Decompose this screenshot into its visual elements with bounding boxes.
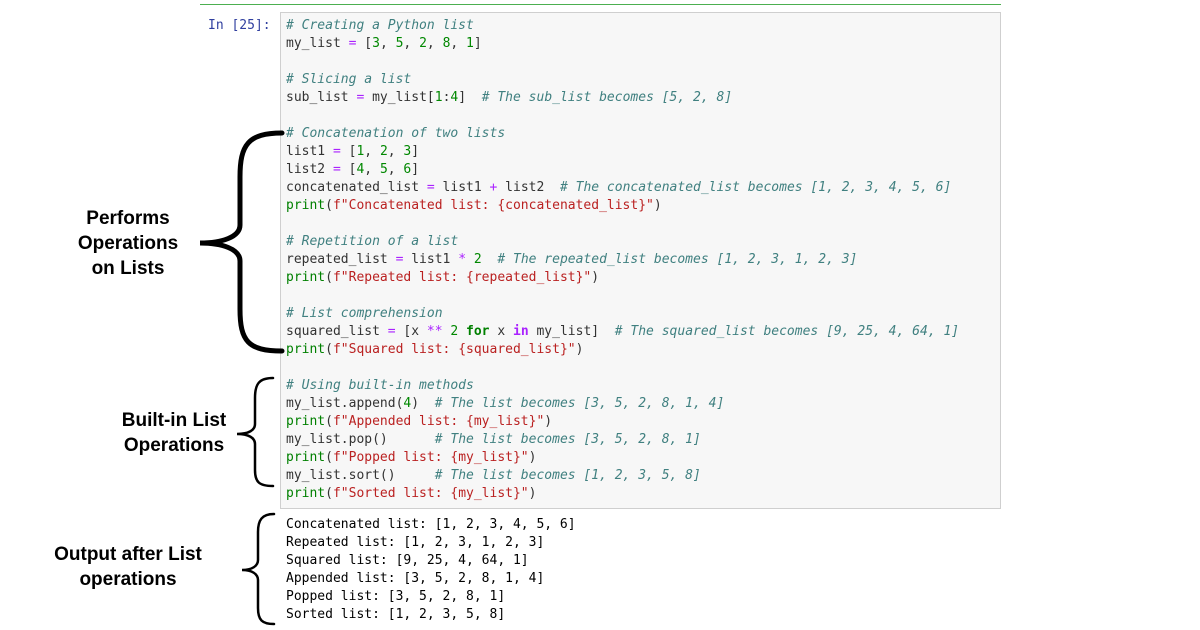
output-line: Sorted list: [1, 2, 3, 5, 8] [286,607,506,622]
code-line: print(f"Squared list: {squared_list}") [286,342,584,357]
code-line: # Repetition of a list [286,233,959,251]
code-comment: # Slicing a list [286,72,412,87]
annotation-line: Operations [77,233,179,254]
code-comment: # Creating a Python list [286,18,474,33]
code-comment: # The list becomes [1, 2, 3, 5, 8] [434,468,701,483]
output-line: Repeated list: [1, 2, 3, 1, 2, 3] [286,535,545,550]
code-editor[interactable]: # Creating a Python list my_list = [3, 5,… [286,17,959,503]
code-line: # Slicing a list [286,71,959,89]
output-line: Squared list: [9, 25, 4, 64, 1] [286,553,529,568]
code-string: f"Sorted list: {my_list}" [332,486,529,501]
code-line: list1 = [1, 2, 3] [286,144,420,159]
code-comment: # The repeated_list becomes [1, 2, 3, 1,… [497,252,858,267]
code-line: # Using built-in methods [286,377,959,395]
output-brace-icon [241,512,276,626]
code-comment: # Concatenation of two lists [286,126,506,141]
code-string: f"Concatenated list: {concatenated_list}… [332,198,654,213]
code-line: repeated_list = list1 * 2 # The repeated… [286,252,858,267]
code-comment: # List comprehension [286,306,443,321]
code-string: f"Squared list: {squared_list}" [332,342,576,357]
annotation-line: operations [79,569,177,590]
output-line: Concatenated list: [1, 2, 3, 4, 5, 6] [286,517,576,532]
annotation-builtin-operations: Built-in List Operations [98,408,250,458]
code-line: squared_list = [x ** 2 for x in my_list]… [286,324,960,339]
output-line: Popped list: [3, 5, 2, 8, 1] [286,589,506,604]
code-string: f"Appended list: {my_list}" [332,414,545,429]
code-line: print(f"Popped list: {my_list}") [286,450,537,465]
annotation-list-operations: Performs Operations on Lists [56,206,200,281]
code-line: # List comprehension [286,305,959,323]
code-line: concatenated_list = list1 + list2 # The … [286,180,952,195]
code-line: my_list.pop() # The list becomes [3, 5, … [286,432,701,447]
code-string: f"Repeated list: {repeated_list}" [332,270,592,285]
code-line: my_list.append(4) # The list becomes [3,… [286,396,725,411]
code-comment: # The list becomes [3, 5, 2, 8, 1, 4] [434,396,725,411]
annotation-line: on Lists [91,258,165,279]
code-line: print(f"Sorted list: {my_list}") [286,486,537,501]
code-comment: # The concatenated_list becomes [1, 2, 3… [559,180,952,195]
code-comment: # The list becomes [3, 5, 2, 8, 1] [434,432,701,447]
code-line: my_list = [3, 5, 2, 8, 1] [286,36,482,51]
code-line: # Concatenation of two lists [286,125,959,143]
code-line: print(f"Appended list: {my_list}") [286,414,553,429]
annotation-line: Built-in List [121,410,227,431]
annotation-output: Output after List operations [40,542,216,592]
code-line: print(f"Concatenated list: {concatenated… [286,198,662,213]
annotation-line: Performs [86,208,170,229]
code-comment: # Using built-in methods [286,378,474,393]
annotation-line: Operations [123,435,225,456]
code-line: my_list.sort() # The list becomes [1, 2,… [286,468,701,483]
code-line: # Creating a Python list [286,17,959,35]
code-string: f"Popped list: {my_list}" [332,450,529,465]
annotation-line: Output after List [54,544,202,565]
code-comment: # The squared_list becomes [9, 25, 4, 64… [614,324,960,339]
output-line: Appended list: [3, 5, 2, 8, 1, 4] [286,571,545,586]
code-line: list2 = [4, 5, 6] [286,162,420,177]
code-comment: # Repetition of a list [286,234,459,249]
code-line: sub_list = my_list[1:4] # The sub_list b… [286,90,733,105]
cell-top-border [200,4,1001,5]
large-brace-icon [199,130,285,354]
input-prompt: In [25]: [208,18,271,33]
code-line: print(f"Repeated list: {repeated_list}") [286,270,600,285]
code-comment: # The sub_list becomes [5, 2, 8] [481,90,733,105]
cell-output: Concatenated list: [1, 2, 3, 4, 5, 6] Rep… [286,516,576,624]
